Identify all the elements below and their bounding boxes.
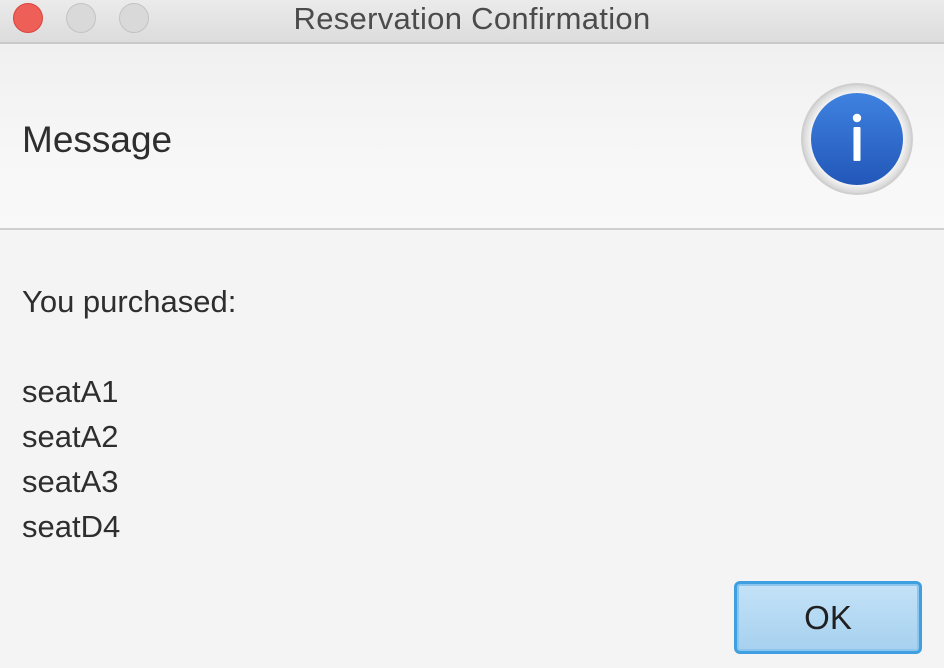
- seat-item: seatA3: [22, 464, 119, 499]
- window-title: Reservation Confirmation: [293, 1, 651, 36]
- ok-button[interactable]: OK: [734, 581, 922, 654]
- message-content: You purchased: seatA1 seatA2 seatA3 seat…: [22, 279, 922, 549]
- seat-item: seatA1: [22, 374, 119, 409]
- dialog-window: Reservation Confirmation Message You pur…: [0, 0, 944, 668]
- info-icon: [801, 83, 913, 195]
- seat-item: seatD4: [22, 509, 121, 544]
- title-bar[interactable]: Reservation Confirmation: [0, 0, 944, 44]
- header-text: Message: [22, 119, 173, 160]
- seat-item: seatA2: [22, 419, 119, 454]
- message-intro: You purchased:: [22, 284, 237, 319]
